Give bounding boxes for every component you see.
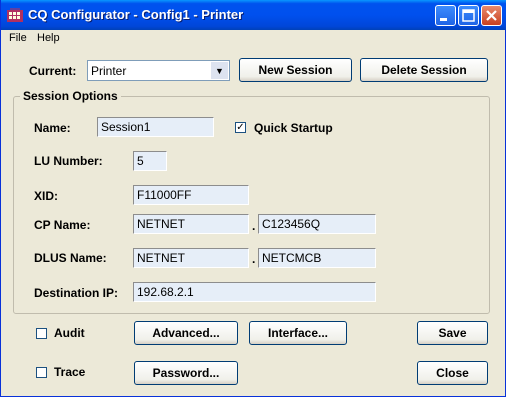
title-bar[interactable]: CQ Configurator - Config1 - Printer bbox=[1, 0, 506, 30]
window-title: CQ Configurator - Config1 - Printer bbox=[28, 7, 244, 22]
chevron-down-icon[interactable]: ▼ bbox=[211, 62, 228, 79]
current-session-select[interactable]: Printer ▼ bbox=[87, 60, 230, 81]
cp-name-field[interactable]: C123456Q bbox=[258, 214, 376, 234]
xid-field[interactable]: F11000FF bbox=[133, 185, 249, 205]
lu-number-label: LU Number: bbox=[34, 154, 103, 168]
quick-startup-checkbox[interactable]: ✓ bbox=[235, 122, 246, 133]
minimize-button[interactable] bbox=[435, 5, 456, 26]
advanced-button[interactable]: Advanced... bbox=[134, 321, 238, 345]
close-button[interactable]: Close bbox=[417, 361, 488, 385]
trace-checkbox[interactable] bbox=[36, 367, 47, 378]
app-icon bbox=[7, 8, 23, 22]
current-session-value: Printer bbox=[91, 64, 127, 78]
menu-help[interactable]: Help bbox=[37, 32, 60, 44]
cp-separator: . bbox=[252, 219, 256, 233]
name-label: Name: bbox=[34, 121, 71, 135]
menu-bar: File Help bbox=[1, 30, 505, 48]
audit-checkbox[interactable] bbox=[36, 328, 47, 339]
interface-button[interactable]: Interface... bbox=[249, 321, 347, 345]
dlus-name-label: DLUS Name: bbox=[34, 251, 107, 265]
close-icon bbox=[486, 10, 497, 21]
session-options-title: Session Options bbox=[20, 89, 121, 103]
new-session-button[interactable]: New Session bbox=[239, 58, 352, 82]
quick-startup-label: Quick Startup bbox=[254, 121, 333, 135]
maximize-button[interactable] bbox=[458, 5, 479, 26]
cp-network-field[interactable]: NETNET bbox=[133, 214, 249, 234]
name-field[interactable]: Session1 bbox=[97, 117, 214, 137]
cp-name-label: CP Name: bbox=[34, 218, 91, 232]
dlus-name-field[interactable]: NETCMCB bbox=[258, 248, 376, 268]
trace-label: Trace bbox=[54, 365, 86, 379]
destination-ip-field[interactable]: 192.68.2.1 bbox=[133, 282, 376, 302]
password-button[interactable]: Password... bbox=[134, 361, 238, 385]
save-button[interactable]: Save bbox=[417, 321, 488, 345]
menu-file[interactable]: File bbox=[9, 32, 27, 44]
close-window-button[interactable] bbox=[481, 5, 502, 26]
xid-label: XID: bbox=[34, 189, 58, 203]
destination-ip-label: Destination IP: bbox=[34, 286, 119, 300]
maximize-icon bbox=[462, 9, 475, 22]
minimize-icon bbox=[440, 18, 447, 21]
lu-number-field[interactable]: 5 bbox=[133, 151, 167, 171]
current-label: Current: bbox=[29, 64, 77, 78]
check-icon: ✓ bbox=[236, 122, 245, 133]
app-window: CQ Configurator - Config1 - Printer File… bbox=[0, 0, 506, 397]
dlus-separator: . bbox=[252, 252, 256, 266]
audit-label: Audit bbox=[54, 326, 85, 340]
delete-session-button[interactable]: Delete Session bbox=[360, 58, 488, 82]
dlus-network-field[interactable]: NETNET bbox=[133, 248, 249, 268]
